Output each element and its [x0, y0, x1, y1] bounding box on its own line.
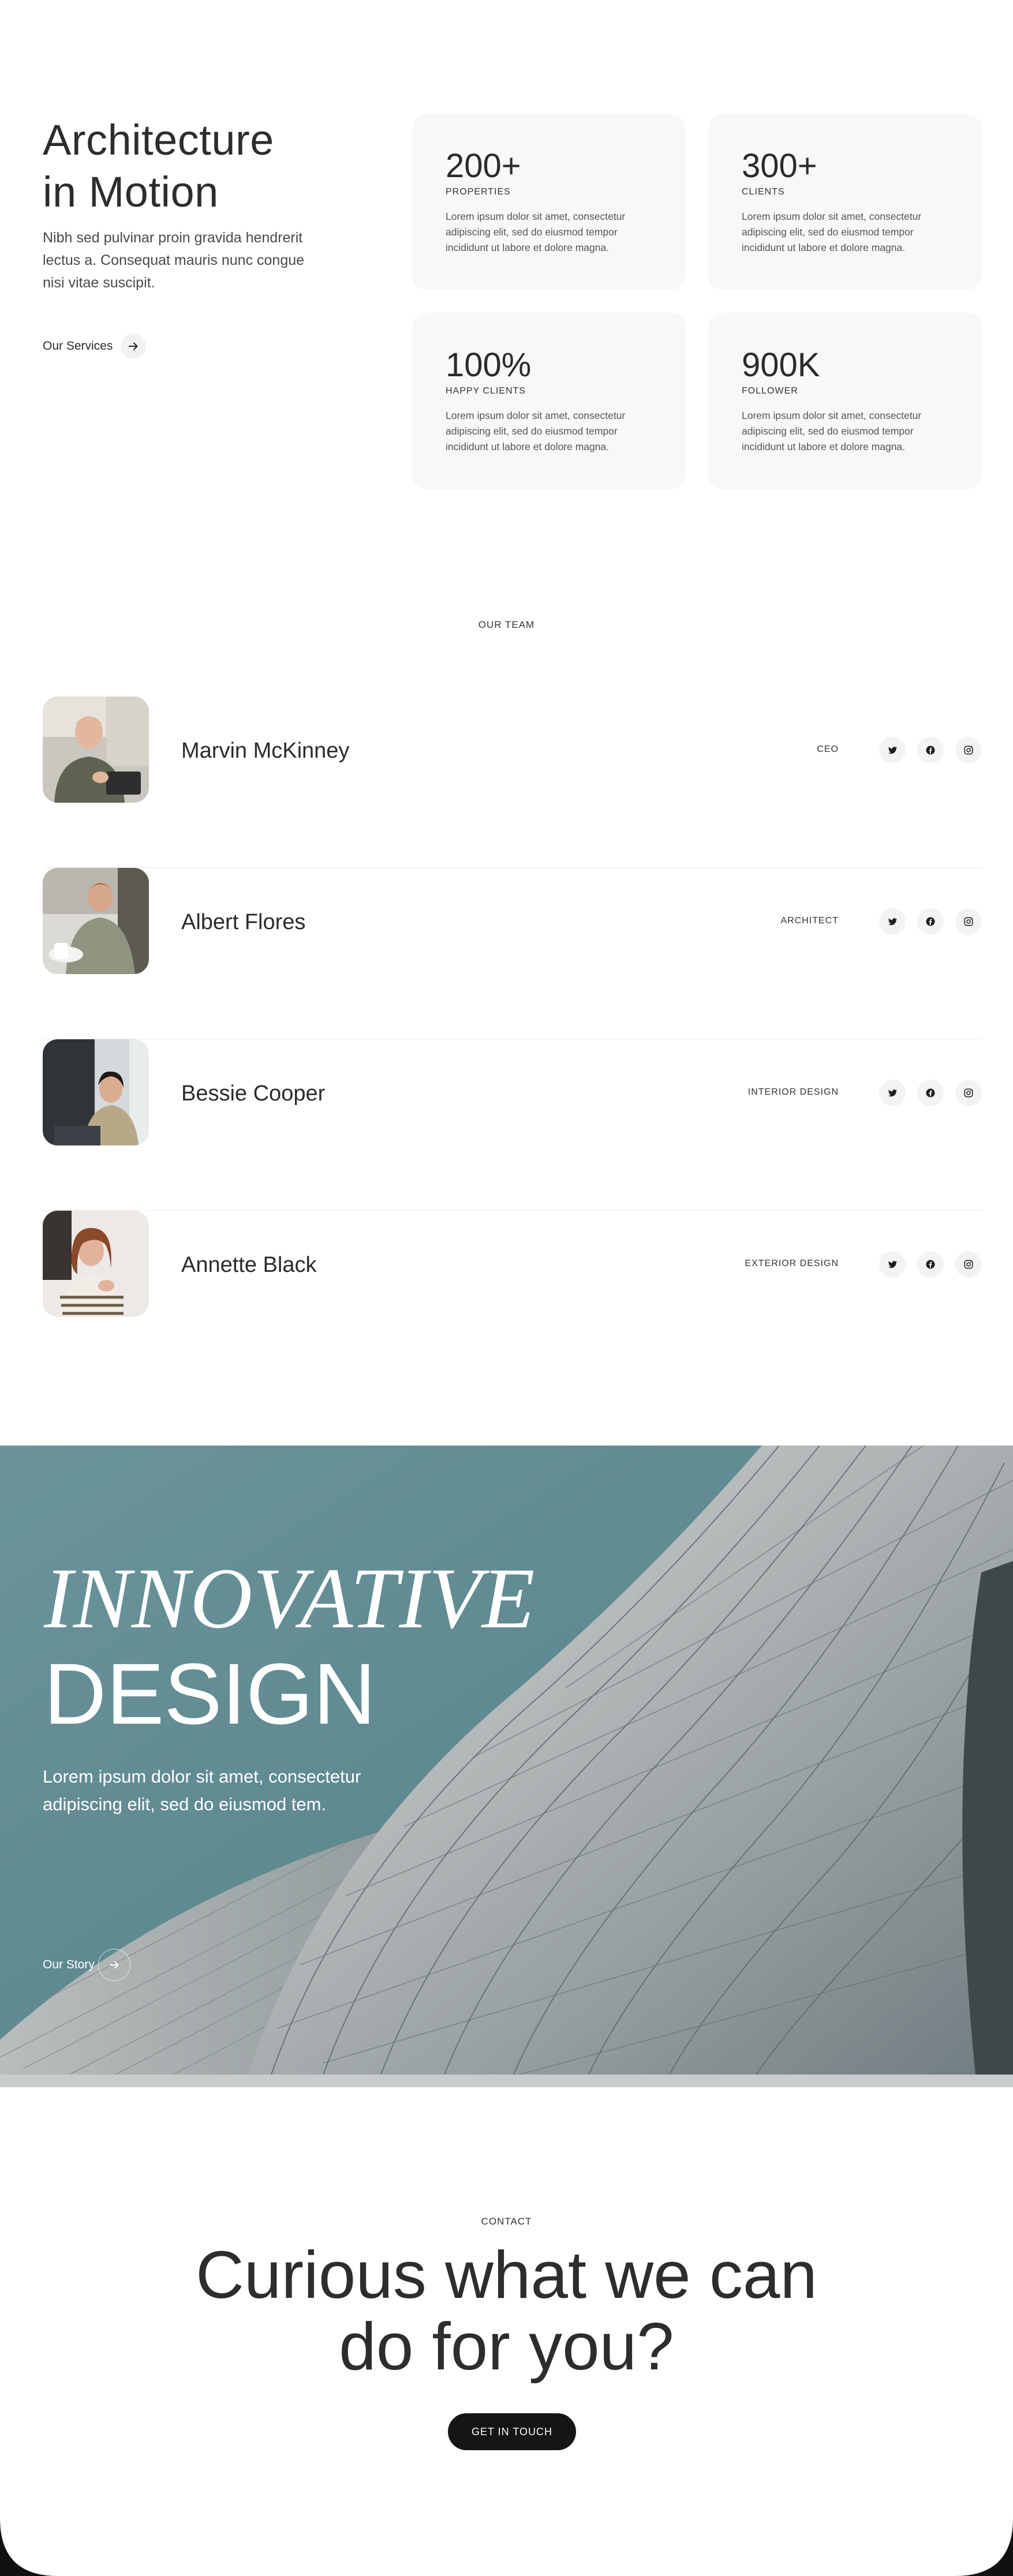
instagram-icon[interactable]	[955, 1251, 982, 1278]
stat-description: Lorem ipsum dolor sit amet, consectetur …	[446, 211, 626, 253]
contact-title-line1: Curious what we can	[196, 2237, 817, 2312]
twitter-icon[interactable]	[879, 908, 906, 935]
social-links	[879, 908, 982, 935]
intro-title-line2: in Motion	[43, 168, 219, 216]
hero-title-italic: INNOVATIVE	[44, 1551, 536, 1646]
hero-title-strong: DESIGN	[44, 1645, 376, 1742]
stat-card-clients: 300+ CLIENTS Lorem ipsum dolor sit amet,…	[708, 114, 982, 290]
facebook-icon[interactable]	[917, 1251, 944, 1278]
stat-card-properties: 200+ PROPERTIES Lorem ipsum dolor sit am…	[412, 114, 686, 290]
stats-section: Architecture in Motion Nibh sed pulvinar…	[0, 0, 1013, 554]
arrow-right-icon[interactable]	[98, 1949, 130, 1981]
social-links	[879, 1080, 982, 1106]
stat-card-happy-clients: 100% HAPPY CLIENTS Lorem ipsum dolor sit…	[412, 313, 686, 489]
avatar	[43, 1039, 149, 1145]
stat-description: Lorem ipsum dolor sit amet, consectetur …	[742, 211, 922, 253]
team-member-row: Annette Black EXTERIOR DESIGN	[43, 1211, 982, 1326]
stat-label: HAPPY CLIENTS	[446, 386, 526, 396]
avatar	[43, 868, 149, 974]
twitter-icon[interactable]	[879, 1080, 906, 1106]
contact-title-line2: do for you?	[339, 2309, 674, 2384]
social-links	[879, 1251, 982, 1278]
team-member-row: Albert Flores ARCHITECT	[43, 868, 982, 1039]
instagram-icon[interactable]	[955, 737, 982, 763]
contact-section-label: CONTACT	[481, 2216, 532, 2227]
twitter-icon[interactable]	[879, 1251, 906, 1278]
our-services-label: Our Services	[43, 339, 113, 353]
instagram-icon[interactable]	[955, 1080, 982, 1106]
bottom-frame-decoration	[0, 2518, 1013, 2576]
stat-number: 200+	[446, 147, 521, 185]
intro-text: Nibh sed pulvinar proin gravida hendreri…	[43, 230, 305, 291]
member-role: CEO	[817, 744, 839, 754]
stat-number: 300+	[742, 147, 817, 185]
avatar	[43, 1211, 149, 1317]
instagram-icon[interactable]	[955, 908, 982, 935]
facebook-icon[interactable]	[917, 908, 944, 935]
member-role: ARCHITECT	[780, 916, 839, 926]
arrow-right-icon[interactable]	[121, 334, 147, 359]
team-member-row: Marvin McKinney CEO	[43, 697, 982, 868]
stat-label: PROPERTIES	[446, 187, 511, 197]
our-story-link[interactable]: Our Story	[43, 1949, 130, 1981]
stat-card-follower: 900K FOLLOWER Lorem ipsum dolor sit amet…	[708, 313, 982, 489]
facebook-icon[interactable]	[917, 737, 944, 763]
contact-title: Curious what we can do for you?	[0, 2239, 1013, 2382]
member-role: EXTERIOR DESIGN	[745, 1259, 839, 1268]
member-name: Annette Black	[181, 1253, 317, 1277]
stat-label: FOLLOWER	[742, 386, 798, 396]
avatar	[43, 697, 149, 803]
our-services-link[interactable]: Our Services	[43, 334, 147, 359]
stat-description: Lorem ipsum dolor sit amet, consectetur …	[742, 410, 922, 452]
intro-title: Architecture in Motion	[43, 114, 274, 218]
stat-label: CLIENTS	[742, 187, 785, 197]
member-name: Albert Flores	[181, 910, 306, 934]
intro-title-line1: Architecture	[43, 116, 274, 164]
member-role: INTERIOR DESIGN	[747, 1087, 839, 1097]
twitter-icon[interactable]	[879, 737, 906, 763]
stat-number: 900K	[742, 346, 820, 384]
get-in-touch-button[interactable]: GET IN TOUCH	[448, 2413, 576, 2450]
stat-description: Lorem ipsum dolor sit amet, consectetur …	[446, 410, 626, 452]
our-story-label: Our Story	[43, 1958, 95, 1971]
facebook-icon[interactable]	[917, 1080, 944, 1106]
social-links	[879, 737, 982, 763]
team-member-row: Bessie Cooper INTERIOR DESIGN	[43, 1039, 982, 1211]
hero-text: Lorem ipsum dolor sit amet, consectetur …	[43, 1766, 361, 1814]
stat-number: 100%	[446, 346, 532, 384]
team-section-label: OUR TEAM	[478, 619, 535, 630]
member-name: Bessie Cooper	[181, 1081, 326, 1106]
member-name: Marvin McKinney	[181, 739, 350, 763]
